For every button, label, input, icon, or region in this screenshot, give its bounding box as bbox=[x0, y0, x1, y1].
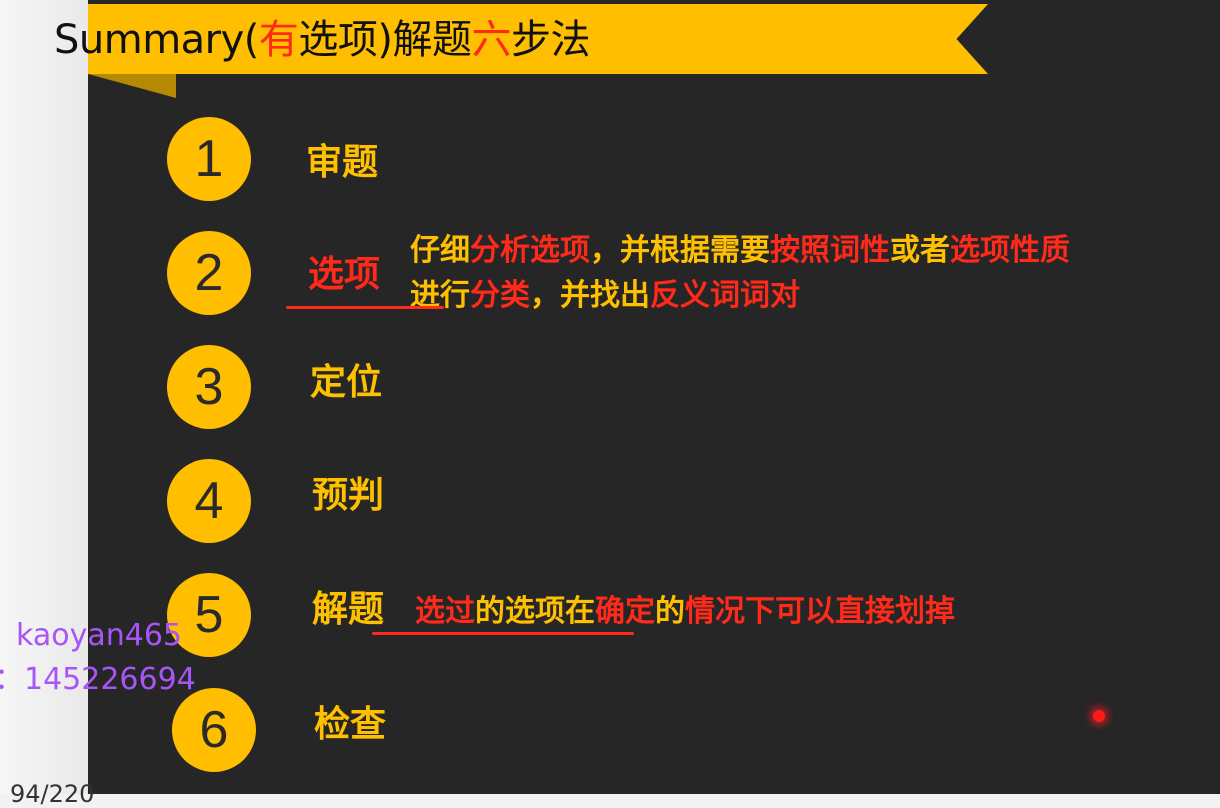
note-highlight: 反义词词对 bbox=[650, 278, 800, 313]
note-text: 或者 bbox=[890, 233, 950, 268]
title-part: 选项)解题 bbox=[298, 17, 472, 63]
title-part: Summary( bbox=[54, 17, 259, 63]
title-highlight: 六 bbox=[471, 17, 512, 63]
step-1-label: 审题 bbox=[306, 142, 379, 183]
note-highlight: 选项性质 bbox=[950, 233, 1070, 268]
step-1-number: 1 bbox=[194, 130, 224, 188]
step-2-label: 选项 bbox=[308, 254, 381, 295]
title-part: 步法 bbox=[511, 17, 591, 63]
note-text: 的 bbox=[655, 594, 685, 629]
watermark-line-1: kaoyan465 bbox=[16, 618, 182, 653]
step-6-label: 检查 bbox=[314, 704, 387, 745]
note-highlight: 分类 bbox=[470, 278, 530, 313]
note-highlight: 情况下可以直接划掉 bbox=[685, 594, 955, 629]
step-5-underline bbox=[372, 632, 634, 635]
note-text: 的选项在 bbox=[475, 594, 595, 629]
slide-title: Summary(有选项)解题六步法 bbox=[54, 14, 591, 66]
step-2-underline bbox=[286, 306, 444, 309]
step-5-number: 5 bbox=[194, 586, 224, 644]
step-2-number: 2 bbox=[194, 244, 224, 302]
note-text: 仔细 bbox=[410, 233, 470, 268]
step-3-number: 3 bbox=[194, 358, 224, 416]
step-2-circle: 2 bbox=[167, 231, 251, 315]
step-3-circle: 3 bbox=[167, 345, 251, 429]
step-6-circle: 6 bbox=[172, 688, 256, 772]
note-highlight: 按照词性 bbox=[770, 233, 890, 268]
note-text: ，并根据需要 bbox=[590, 233, 770, 268]
laser-pointer-dot bbox=[1093, 710, 1105, 722]
step-2-note-line-1: 仔细分析选项，并根据需要按照词性或者选项性质 bbox=[410, 229, 1070, 273]
step-3-label: 定位 bbox=[310, 362, 383, 403]
page-number: 94/220 bbox=[10, 780, 95, 808]
note-highlight: 分析选项 bbox=[470, 233, 590, 268]
step-4-number: 4 bbox=[194, 472, 224, 530]
slide-canvas: 1 2 3 4 5 6 审题 选项 定位 预判 解题 检查 仔细分析选项，并根据… bbox=[88, 0, 1220, 794]
watermark-line-2: ：145226694 bbox=[0, 662, 196, 697]
title-banner-fold bbox=[88, 74, 176, 98]
step-4-circle: 4 bbox=[167, 459, 251, 543]
step-1-circle: 1 bbox=[167, 117, 251, 201]
note-text: ，并找出 bbox=[530, 278, 650, 313]
step-5-label: 解题 bbox=[312, 589, 385, 630]
step-6-number: 6 bbox=[199, 701, 229, 759]
step-4-label: 预判 bbox=[312, 475, 385, 516]
title-highlight: 有 bbox=[258, 17, 299, 63]
step-5-note: 选过的选项在确定的情况下可以直接划掉 bbox=[415, 590, 955, 634]
note-highlight: 选过 bbox=[415, 594, 475, 629]
step-2-note-line-2: 进行分类，并找出反义词词对 bbox=[410, 274, 800, 318]
note-highlight: 确定 bbox=[595, 594, 655, 629]
